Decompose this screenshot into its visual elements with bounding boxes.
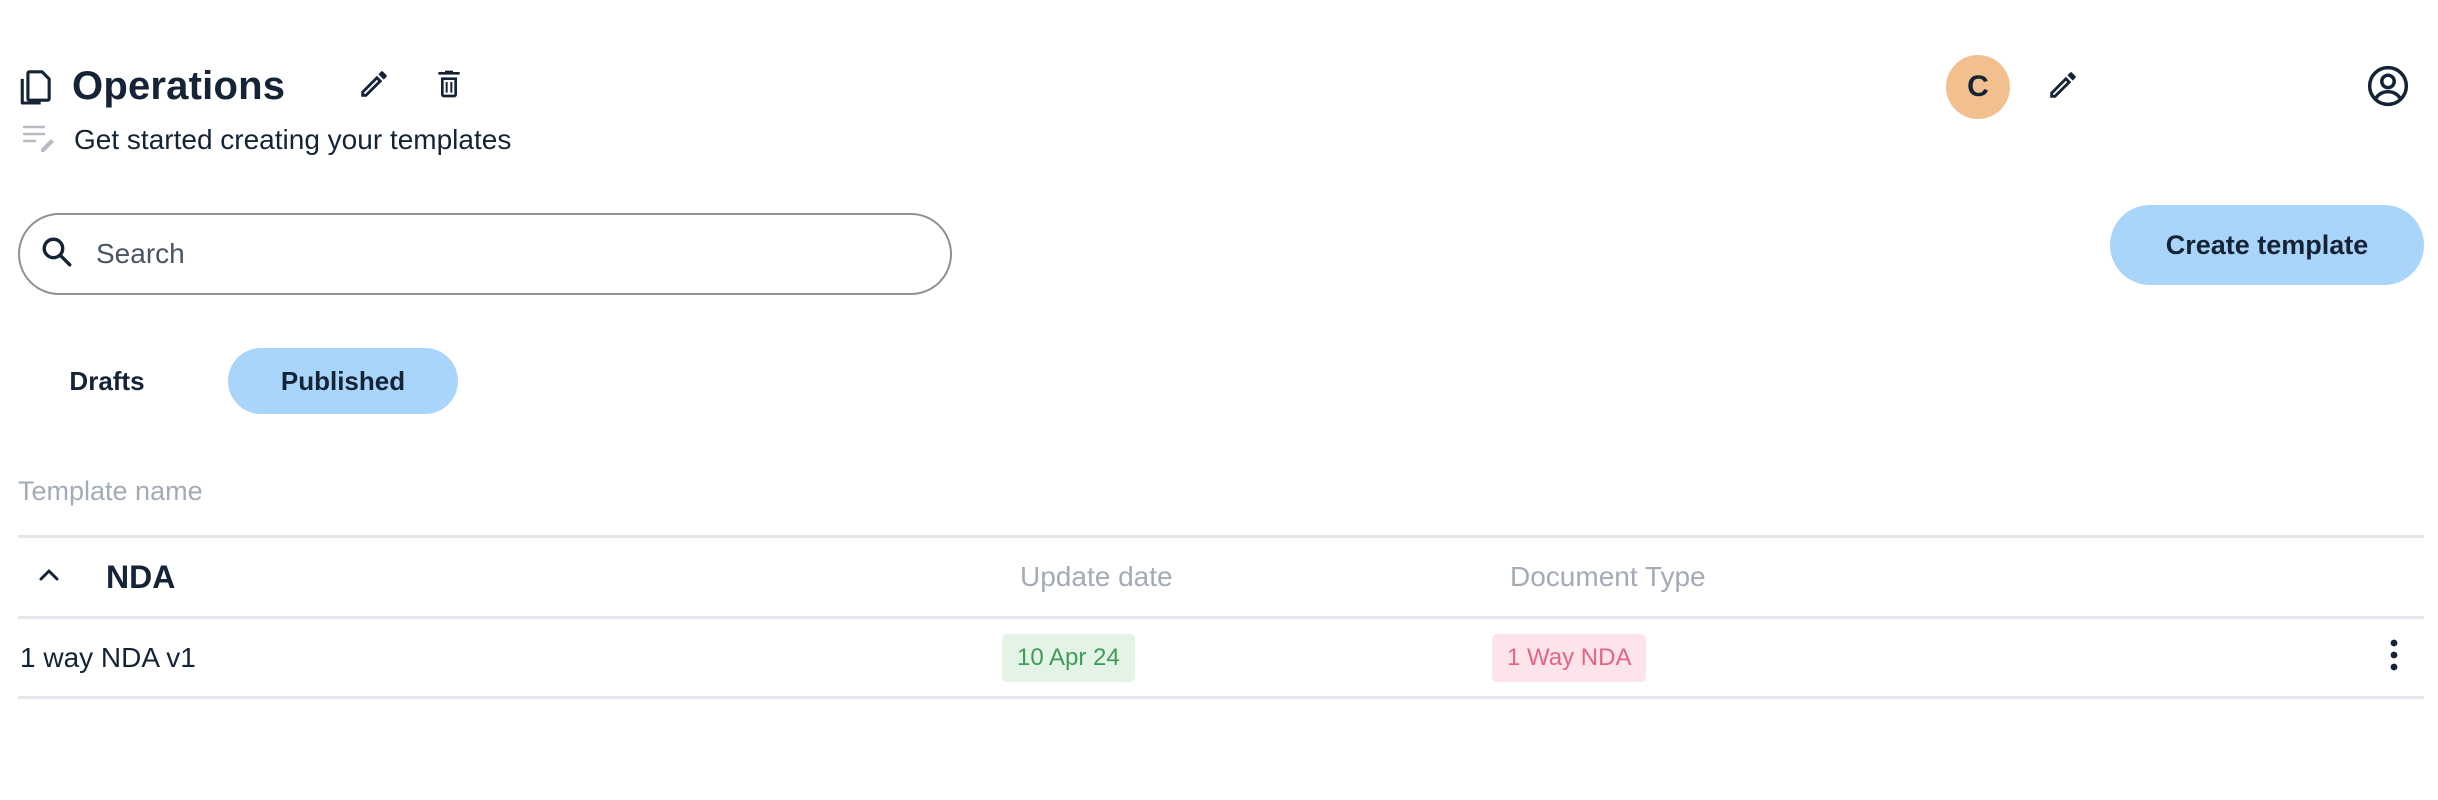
trash-icon [433, 67, 465, 106]
title-actions [357, 67, 465, 106]
document-type-badge: 1 Way NDA [1492, 633, 1647, 682]
page-title: Operations [72, 63, 286, 108]
tab-drafts[interactable]: Drafts [18, 348, 196, 414]
edit-title-button[interactable] [357, 67, 391, 106]
status-tabs: Drafts Published [18, 348, 458, 414]
delete-button[interactable] [433, 67, 465, 106]
templates-page: Operations Get started creating your tem… [0, 0, 2438, 800]
profile-button[interactable] [2366, 64, 2410, 113]
workspace-owner: C [1946, 54, 2080, 120]
account-circle-icon [2366, 64, 2410, 113]
notes-edit-icon [22, 123, 56, 158]
divider [18, 696, 2424, 699]
collapse-group-button[interactable] [36, 566, 62, 589]
copy-icon [18, 66, 52, 106]
row-menu-button[interactable] [2388, 638, 2400, 677]
pencil-icon [357, 67, 391, 106]
group-row-nda: NDA Update date Document Type [18, 538, 2424, 616]
edit-owner-button[interactable] [2046, 68, 2080, 107]
update-date-badge: 10 Apr 24 [1002, 633, 1135, 682]
avatar[interactable]: C [1946, 55, 2010, 119]
template-name-header[interactable]: Template name [18, 476, 203, 507]
search-input[interactable] [96, 238, 896, 270]
search-icon [40, 235, 74, 274]
subtitle-row: Get started creating your templates [22, 118, 511, 162]
group-name: NDA [106, 558, 176, 595]
update-date-header[interactable]: Update date [1020, 561, 1173, 593]
page-subtitle: Get started creating your templates [74, 124, 512, 155]
tab-published[interactable]: Published [228, 348, 458, 414]
table-row[interactable]: 1 way NDA v1 10 Apr 24 1 Way NDA [18, 619, 2424, 696]
create-template-button[interactable]: Create template [2110, 205, 2424, 285]
document-type-header[interactable]: Document Type [1510, 561, 1706, 593]
chevron-up-icon [36, 566, 62, 589]
page-header: Operations [18, 52, 465, 120]
pencil-icon [2046, 68, 2080, 107]
template-name[interactable]: 1 way NDA v1 [20, 642, 196, 674]
search-box [18, 213, 952, 295]
more-vertical-icon [2388, 638, 2400, 677]
